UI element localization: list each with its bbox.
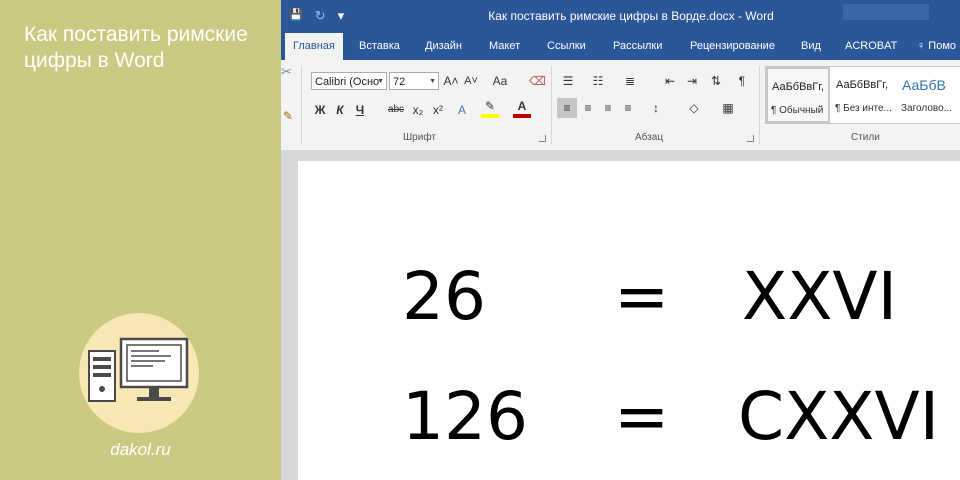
tab-view[interactable]: Вид xyxy=(793,33,829,60)
style-sample: АаБбВвГг, xyxy=(772,81,824,93)
style-name: ¶ Обычный xyxy=(771,105,824,116)
shading-icon[interactable]: ◇ xyxy=(685,98,703,118)
title-bar: 💾 ↻ ▾ Как поставить римские цифры в Ворд… xyxy=(281,0,960,33)
align-right-icon[interactable]: ≡ xyxy=(599,98,617,118)
shrink-font-button[interactable]: A˅ xyxy=(463,71,479,91)
multilevel-list-icon[interactable]: ≣ xyxy=(621,71,639,91)
document-title: Как поставить римские цифры в Ворде.docx… xyxy=(488,9,774,23)
roman-numeral: XXVI xyxy=(742,258,898,335)
numbering-icon[interactable]: ☷ xyxy=(589,71,607,91)
site-name: dakol.ru xyxy=(110,440,171,459)
customize-toolbar-icon[interactable]: ▾ xyxy=(338,8,345,24)
tab-acrobat[interactable]: ACROBAT xyxy=(837,33,905,60)
subscript-button[interactable]: x₂ xyxy=(409,100,427,120)
chevron-down-icon: ▼ xyxy=(429,78,436,85)
computer-logo-icon xyxy=(79,313,199,433)
style-sample: АаБбВ xyxy=(902,77,946,93)
clear-formatting-icon[interactable]: ⌫ xyxy=(529,71,546,91)
sort-icon[interactable]: ⇅ xyxy=(707,71,725,91)
separator xyxy=(551,66,552,144)
equals-sign: = xyxy=(614,378,670,455)
strikethrough-button[interactable]: abc xyxy=(385,100,407,120)
font-color-icon[interactable]: A xyxy=(513,98,531,118)
style-name: Заголово... xyxy=(901,103,952,114)
equals-sign: = xyxy=(614,258,670,335)
account-area[interactable] xyxy=(843,4,929,20)
change-case-button[interactable]: Aa xyxy=(489,71,511,91)
tab-insert[interactable]: Вставка xyxy=(351,33,408,60)
roman-numeral: CXXVI xyxy=(738,378,940,455)
banner-title: Как поставить римские цифры в Word xyxy=(24,23,248,72)
font-group-label: Шрифт xyxy=(403,132,436,143)
paragraph-dialog-launcher-icon[interactable] xyxy=(747,135,754,142)
cut-icon[interactable]: ✂ xyxy=(281,64,292,80)
text-effects-icon[interactable]: A xyxy=(453,100,471,120)
italic-button[interactable]: К xyxy=(333,100,347,120)
align-left-icon[interactable]: ≡ xyxy=(557,98,577,118)
styles-group-label: Стили xyxy=(851,132,880,143)
save-icon[interactable]: 💾 xyxy=(289,8,303,24)
increase-indent-icon[interactable]: ⇥ xyxy=(683,71,701,91)
style-sample: АаБбВвГг, xyxy=(836,79,888,91)
chevron-down-icon: ▼ xyxy=(377,78,384,85)
quick-access-toolbar: 💾 ↻ ▾ xyxy=(289,8,344,24)
format-painter-icon[interactable]: ✎ xyxy=(281,106,295,126)
tab-review[interactable]: Рецензирование xyxy=(682,33,783,60)
paragraph-group-label: Абзац xyxy=(635,132,664,143)
style-normal[interactable]: АаБбВвГг, ¶ Обычный xyxy=(766,67,830,123)
tab-references[interactable]: Ссылки xyxy=(539,33,594,60)
arabic-number: 126 xyxy=(402,378,528,455)
tab-layout[interactable]: Макет xyxy=(481,33,528,60)
decrease-indent-icon[interactable]: ⇤ xyxy=(661,71,679,91)
separator xyxy=(759,66,760,144)
banner-panel: Как поставить римские цифры в Word dakol… xyxy=(0,0,281,480)
tab-mailings[interactable]: Рассылки xyxy=(605,33,670,60)
tab-design[interactable]: Дизайн xyxy=(417,33,470,60)
borders-icon[interactable]: ▦ xyxy=(719,98,737,118)
bold-button[interactable]: Ж xyxy=(313,100,327,120)
ribbon: ✂ ✎ Calibri (Осно ▼ 72 ▼ A˄ A˅ Aa ⌫ Ж К Ч … xyxy=(281,60,960,151)
tab-home[interactable]: Главная xyxy=(285,33,343,60)
font-dialog-launcher-icon[interactable] xyxy=(539,135,546,142)
word-window: 💾 ↻ ▾ Как поставить римские цифры в Ворд… xyxy=(281,0,960,480)
bullets-icon[interactable]: ☰ xyxy=(559,71,577,91)
superscript-button[interactable]: x² xyxy=(429,100,447,120)
arabic-number: 26 xyxy=(402,258,486,335)
style-heading[interactable]: АаБбВ Заголово... xyxy=(898,67,960,123)
document-area: 26 = XXVI 126 = CXXVI xyxy=(281,151,960,480)
font-size-select[interactable]: 72 ▼ xyxy=(389,72,439,90)
ribbon-tabs: Главная Вставка Дизайн Макет Ссылки Расс… xyxy=(281,33,960,60)
font-size-value: 72 xyxy=(393,76,406,88)
style-no-spacing[interactable]: АаБбВвГг, ¶ Без инте... xyxy=(832,67,896,123)
separator xyxy=(301,66,302,144)
font-name-select[interactable]: Calibri (Осно ▼ xyxy=(311,72,387,90)
style-name: ¶ Без инте... xyxy=(835,103,892,114)
justify-icon[interactable]: ≡ xyxy=(619,98,637,118)
redo-icon[interactable]: ↻ xyxy=(315,8,326,24)
underline-button[interactable]: Ч xyxy=(353,100,367,120)
show-marks-button[interactable]: ¶ xyxy=(735,71,749,91)
align-center-icon[interactable]: ≡ xyxy=(579,98,597,118)
font-name-value: Calibri (Осно xyxy=(315,76,380,88)
highlight-icon[interactable]: ✎ xyxy=(481,98,499,118)
tab-help[interactable]: ♀ Помо xyxy=(909,33,960,60)
line-spacing-icon[interactable]: ↕ xyxy=(647,98,665,118)
grow-font-button[interactable]: A˄ xyxy=(443,71,459,91)
styles-gallery: АаБбВвГг, ¶ Обычный АаБбВвГг, ¶ Без инте… xyxy=(765,66,960,124)
document-page[interactable]: 26 = XXVI 126 = CXXVI xyxy=(298,161,960,480)
